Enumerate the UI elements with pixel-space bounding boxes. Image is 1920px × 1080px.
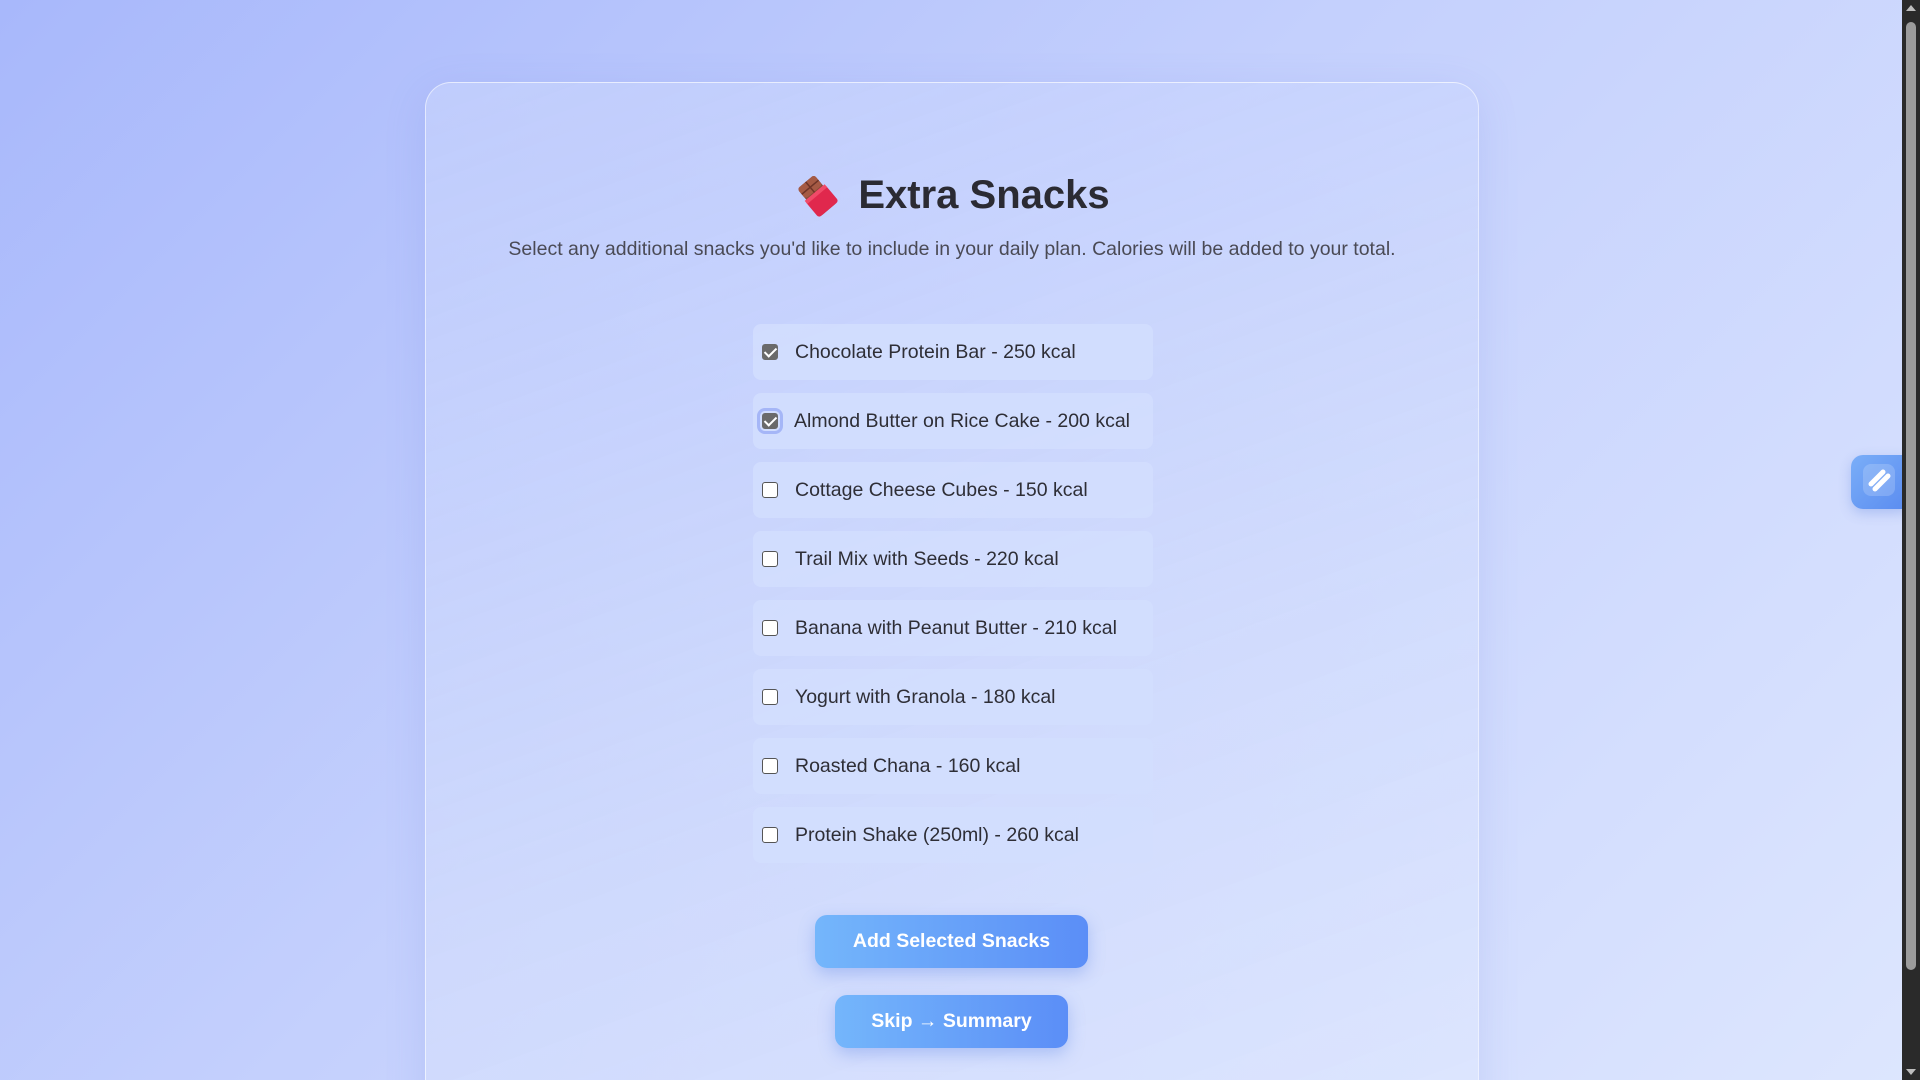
- snack-list: Chocolate Protein Bar - 250 kcal Almond …: [753, 324, 1153, 876]
- snack-checkbox[interactable]: [757, 408, 783, 434]
- snack-label: Cottage Cheese Cubes - 150 kcal: [795, 478, 1088, 501]
- snack-checkbox[interactable]: [762, 482, 778, 498]
- scroll-down-icon[interactable]: [1906, 1069, 1916, 1075]
- snack-checkbox[interactable]: [762, 827, 778, 843]
- snack-checkbox[interactable]: [762, 620, 778, 636]
- snack-item-almond-butter-rice-cake[interactable]: Almond Butter on Rice Cake - 200 kcal: [753, 393, 1153, 449]
- skip-to-summary-button[interactable]: Skip → Summary: [835, 995, 1068, 1048]
- slash-logo-icon: [1861, 462, 1897, 503]
- snack-label: Protein Shake (250ml) - 260 kcal: [795, 823, 1079, 846]
- snack-label: Roasted Chana - 160 kcal: [795, 754, 1021, 777]
- snack-item-yogurt-granola[interactable]: Yogurt with Granola - 180 kcal: [753, 669, 1153, 725]
- snack-checkbox[interactable]: [762, 689, 778, 705]
- snack-item-protein-shake[interactable]: Protein Shake (250ml) - 260 kcal: [753, 807, 1153, 863]
- snacks-card: Extra Snacks Select any additional snack…: [425, 82, 1479, 1080]
- title-row: Extra Snacks: [426, 171, 1478, 219]
- vertical-scrollbar[interactable]: [1902, 0, 1920, 1080]
- snack-item-banana-peanut-butter[interactable]: Banana with Peanut Butter - 210 kcal: [753, 600, 1153, 656]
- floating-extension-button[interactable]: [1851, 455, 1902, 509]
- page-title: Extra Snacks: [858, 172, 1110, 217]
- scroll-up-icon[interactable]: [1906, 5, 1916, 11]
- page-subtitle: Select any additional snacks you'd like …: [508, 238, 1396, 260]
- snack-checkbox[interactable]: [762, 758, 778, 774]
- snack-label: Trail Mix with Seeds - 220 kcal: [795, 547, 1059, 570]
- page-viewport: Extra Snacks Select any additional snack…: [0, 0, 1902, 1080]
- snack-item-trail-mix[interactable]: Trail Mix with Seeds - 220 kcal: [753, 531, 1153, 587]
- snack-checkbox[interactable]: [762, 344, 778, 360]
- snack-item-cottage-cheese-cubes[interactable]: Cottage Cheese Cubes - 150 kcal: [753, 462, 1153, 518]
- chocolate-bar-icon: [794, 171, 842, 219]
- snack-checkbox[interactable]: [762, 551, 778, 567]
- snack-item-chocolate-protein-bar[interactable]: Chocolate Protein Bar - 250 kcal: [753, 324, 1153, 380]
- snack-label: Almond Butter on Rice Cake - 200 kcal: [794, 409, 1130, 432]
- scrollbar-thumb[interactable]: [1906, 22, 1916, 970]
- snack-label: Yogurt with Granola - 180 kcal: [795, 685, 1056, 708]
- snack-label: Chocolate Protein Bar - 250 kcal: [795, 340, 1076, 363]
- snack-label: Banana with Peanut Butter - 210 kcal: [795, 616, 1117, 639]
- add-selected-snacks-button[interactable]: Add Selected Snacks: [815, 915, 1088, 968]
- snack-item-roasted-chana[interactable]: Roasted Chana - 160 kcal: [753, 738, 1153, 794]
